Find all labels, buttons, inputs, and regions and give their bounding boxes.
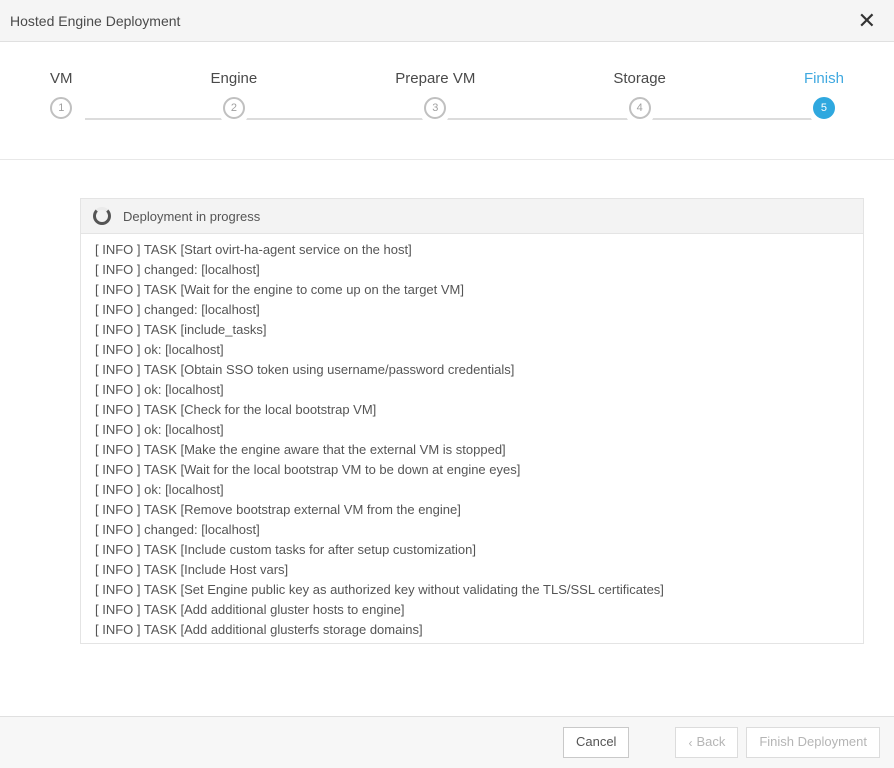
log-line: [ INFO ] ok: [localhost] bbox=[95, 380, 849, 400]
log-line: [ INFO ] TASK [include_tasks] bbox=[95, 320, 849, 340]
log-line: [ INFO ] TASK [Obtain SSO token using us… bbox=[95, 360, 849, 380]
log-line: [ INFO ] ok: [localhost] bbox=[95, 340, 849, 360]
chevron-left-icon: ‹ bbox=[688, 737, 692, 749]
wizard-step-prepare-vm[interactable]: Prepare VM 3 bbox=[395, 70, 475, 119]
log-line: [ INFO ] TASK [Add additional glusterfs … bbox=[95, 620, 849, 640]
close-icon[interactable]: ✕ bbox=[858, 10, 876, 32]
log-line: [ INFO ] TASK [Wait for the local bootst… bbox=[95, 460, 849, 480]
log-line: [ INFO ] ok: [localhost] bbox=[95, 420, 849, 440]
log-line: [ INFO ] changed: [localhost] bbox=[95, 300, 849, 320]
wizard-step-engine[interactable]: Engine 2 bbox=[211, 70, 258, 119]
log-line: [ INFO ] TASK [Wait for the engine to co… bbox=[95, 280, 849, 300]
wizard-step-number: 4 bbox=[629, 97, 651, 119]
log-line: [ INFO ] TASK [Add additional gluster ho… bbox=[95, 600, 849, 620]
wizard-step-number: 2 bbox=[223, 97, 245, 119]
wizard-step-storage[interactable]: Storage 4 bbox=[613, 70, 666, 119]
spinner-icon bbox=[93, 207, 111, 225]
wizard-step-finish[interactable]: Finish 5 bbox=[804, 70, 844, 119]
log-line: [ INFO ] changed: [localhost] bbox=[95, 520, 849, 540]
log-line: [ INFO ] TASK [Remove bootstrap external… bbox=[95, 500, 849, 520]
dialog-title: Hosted Engine Deployment bbox=[10, 13, 180, 29]
wizard-step-label: Prepare VM bbox=[395, 70, 475, 87]
log-line: [ INFO ] ok: [localhost] bbox=[95, 480, 849, 500]
status-bar: Deployment in progress bbox=[80, 198, 864, 234]
wizard-step-label: Finish bbox=[804, 70, 844, 87]
deployment-content: Deployment in progress [ INFO ] TASK [St… bbox=[0, 160, 894, 654]
wizard-step-vm[interactable]: VM 1 bbox=[50, 70, 73, 119]
finish-deployment-button: Finish Deployment bbox=[746, 727, 880, 757]
deployment-log[interactable]: [ INFO ] TASK [Start ovirt-ha-agent serv… bbox=[80, 234, 864, 644]
wizard-step-label: Storage bbox=[613, 70, 666, 87]
log-line: [ INFO ] TASK [Include custom tasks for … bbox=[95, 540, 849, 560]
wizard-step-number: 5 bbox=[813, 97, 835, 119]
status-text: Deployment in progress bbox=[123, 209, 260, 224]
log-line: [ INFO ] changed: [localhost] bbox=[95, 260, 849, 280]
wizard-step-label: Engine bbox=[211, 70, 258, 87]
log-line: [ INFO ] TASK [Check for the local boots… bbox=[95, 400, 849, 420]
back-button-label: Back bbox=[696, 733, 725, 751]
log-line: [ INFO ] TASK [Start ovirt-ha-agent serv… bbox=[95, 240, 849, 260]
log-line: [ INFO ] TASK [Make the engine aware tha… bbox=[95, 440, 849, 460]
log-line: [ INFO ] TASK [Include Host vars] bbox=[95, 560, 849, 580]
log-line: [ INFO ] TASK [Set Engine public key as … bbox=[95, 580, 849, 600]
wizard-step-label: VM bbox=[50, 70, 73, 87]
back-button: ‹ Back bbox=[675, 727, 738, 757]
cancel-button[interactable]: Cancel bbox=[563, 727, 629, 757]
wizard-steps: VM 1 Engine 2 Prepare VM 3 Storage 4 Fin… bbox=[0, 42, 894, 160]
dialog-footer: Cancel ‹ Back Finish Deployment bbox=[0, 716, 894, 768]
dialog-header: Hosted Engine Deployment ✕ bbox=[0, 0, 894, 42]
